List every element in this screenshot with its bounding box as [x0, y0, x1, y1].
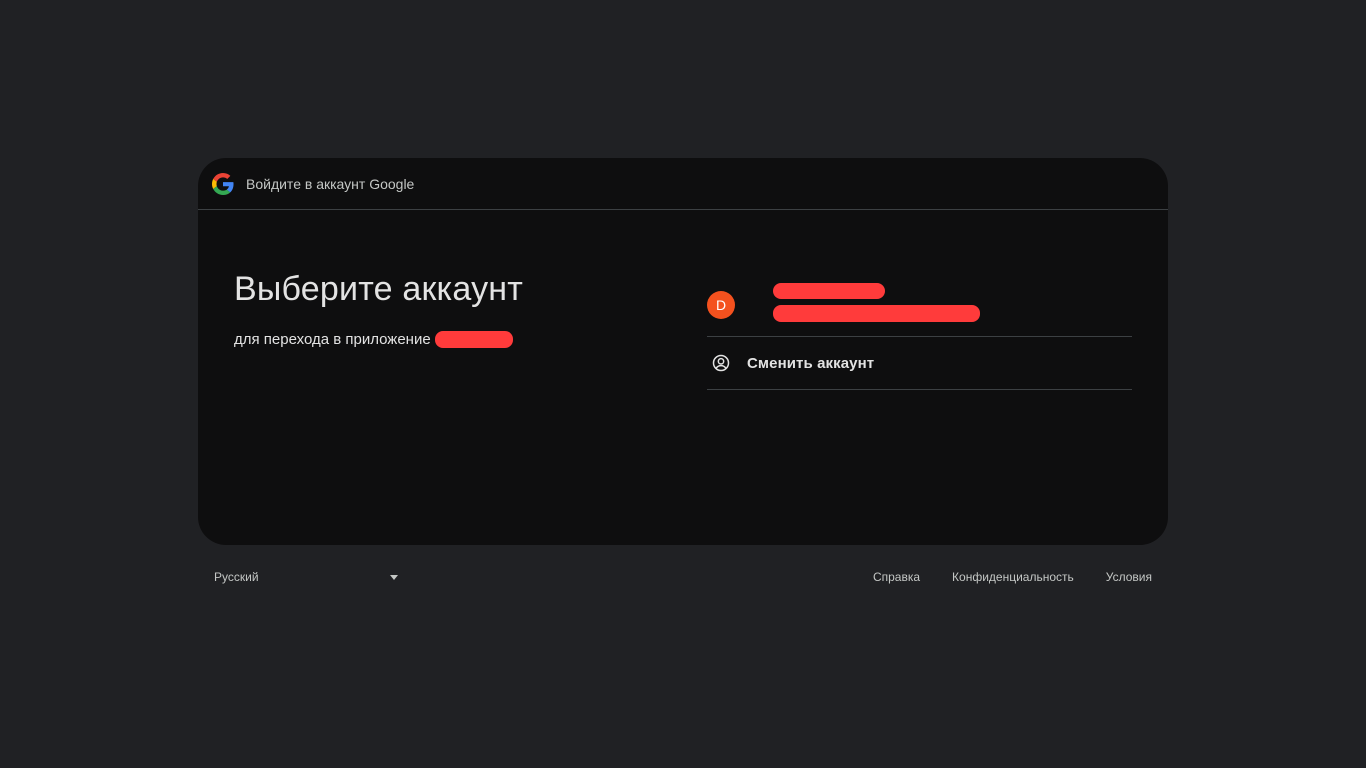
google-logo-icon: [212, 172, 234, 195]
privacy-link[interactable]: Конфиденциальность: [952, 570, 1074, 584]
footer: Русский Справка Конфиденциальность Услов…: [198, 566, 1168, 588]
app-name-redacted: [434, 330, 515, 348]
account-name-redaction: [773, 282, 885, 299]
switch-account-button[interactable]: Сменить аккаунт: [707, 337, 1132, 390]
language-label: Русский: [214, 570, 259, 584]
subtitle: для перехода в приложение: [234, 330, 523, 348]
avatar: D: [707, 290, 735, 319]
footer-links: Справка Конфиденциальность Условия: [841, 566, 1152, 588]
account-item[interactable]: D: [707, 273, 1132, 337]
redaction-mark: [434, 330, 513, 348]
help-link[interactable]: Справка: [873, 570, 920, 584]
sign-in-card: Войдите в аккаунт Google Выберите аккаун…: [198, 158, 1168, 545]
language-select[interactable]: Русский: [198, 566, 398, 588]
account-email-redaction: [773, 304, 980, 322]
page-title: Выберите аккаунт: [234, 270, 524, 308]
left-column: Выберите аккаунт для перехода в приложен…: [234, 270, 523, 348]
card-header: Войдите в аккаунт Google: [198, 158, 1168, 210]
switch-account-label: Сменить аккаунт: [747, 354, 875, 372]
account-list: D Сменить аккаунт: [707, 273, 1132, 390]
subtitle-text: для перехода в приложение: [234, 331, 431, 348]
account-info-redacted: [747, 282, 987, 325]
header-title: Войдите в аккаунт Google: [246, 175, 415, 192]
terms-link[interactable]: Условия: [1106, 570, 1152, 584]
account-circle-icon: [707, 349, 735, 377]
chevron-down-icon: [390, 575, 398, 580]
